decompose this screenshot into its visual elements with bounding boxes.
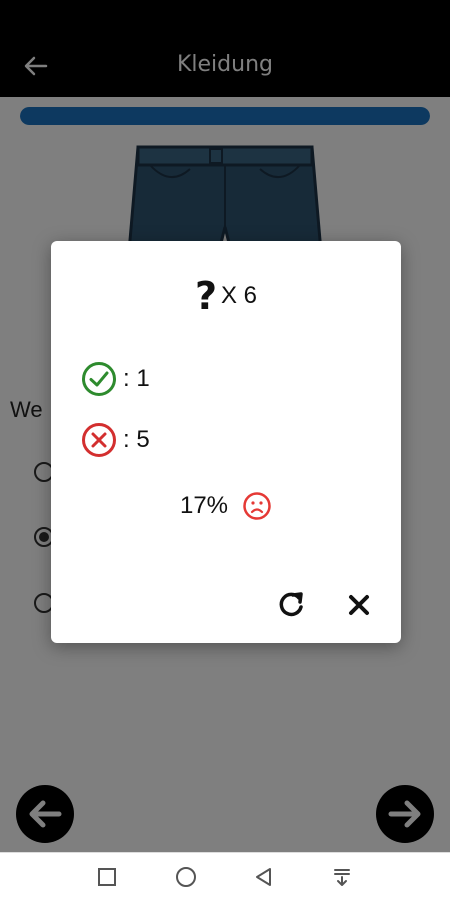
question-count: ? X 6 [51, 277, 401, 315]
triangle-back-icon [256, 868, 271, 886]
close-icon [349, 595, 369, 615]
check-circle-icon [82, 362, 116, 396]
refresh-icon [279, 592, 303, 617]
download-icon [334, 869, 350, 886]
screen: Kleidung We [0, 0, 450, 900]
correct-row: : 1 [81, 361, 150, 397]
wrong-count: : 5 [123, 426, 150, 453]
question-count-label: X 6 [221, 282, 258, 309]
correct-count: : 1 [123, 365, 150, 392]
question-mark-icon: ? [194, 274, 217, 318]
result-dialog: ? X 6 : 1 : 5 17% [51, 241, 401, 643]
score-row: 17% [51, 491, 401, 521]
system-back-button[interactable] [252, 865, 276, 889]
x-circle-icon [82, 423, 116, 457]
home-button[interactable] [174, 865, 198, 889]
system-nav-bar [0, 852, 450, 900]
retry-button[interactable] [273, 587, 309, 623]
close-button[interactable] [341, 587, 377, 623]
wrong-row: : 5 [81, 422, 150, 458]
sad-face-icon [243, 492, 271, 520]
notification-pull-button[interactable] [330, 865, 354, 889]
recents-button[interactable] [95, 865, 119, 889]
score-percent: 17% [179, 492, 229, 519]
circle-icon [176, 867, 196, 887]
square-icon [98, 868, 116, 886]
